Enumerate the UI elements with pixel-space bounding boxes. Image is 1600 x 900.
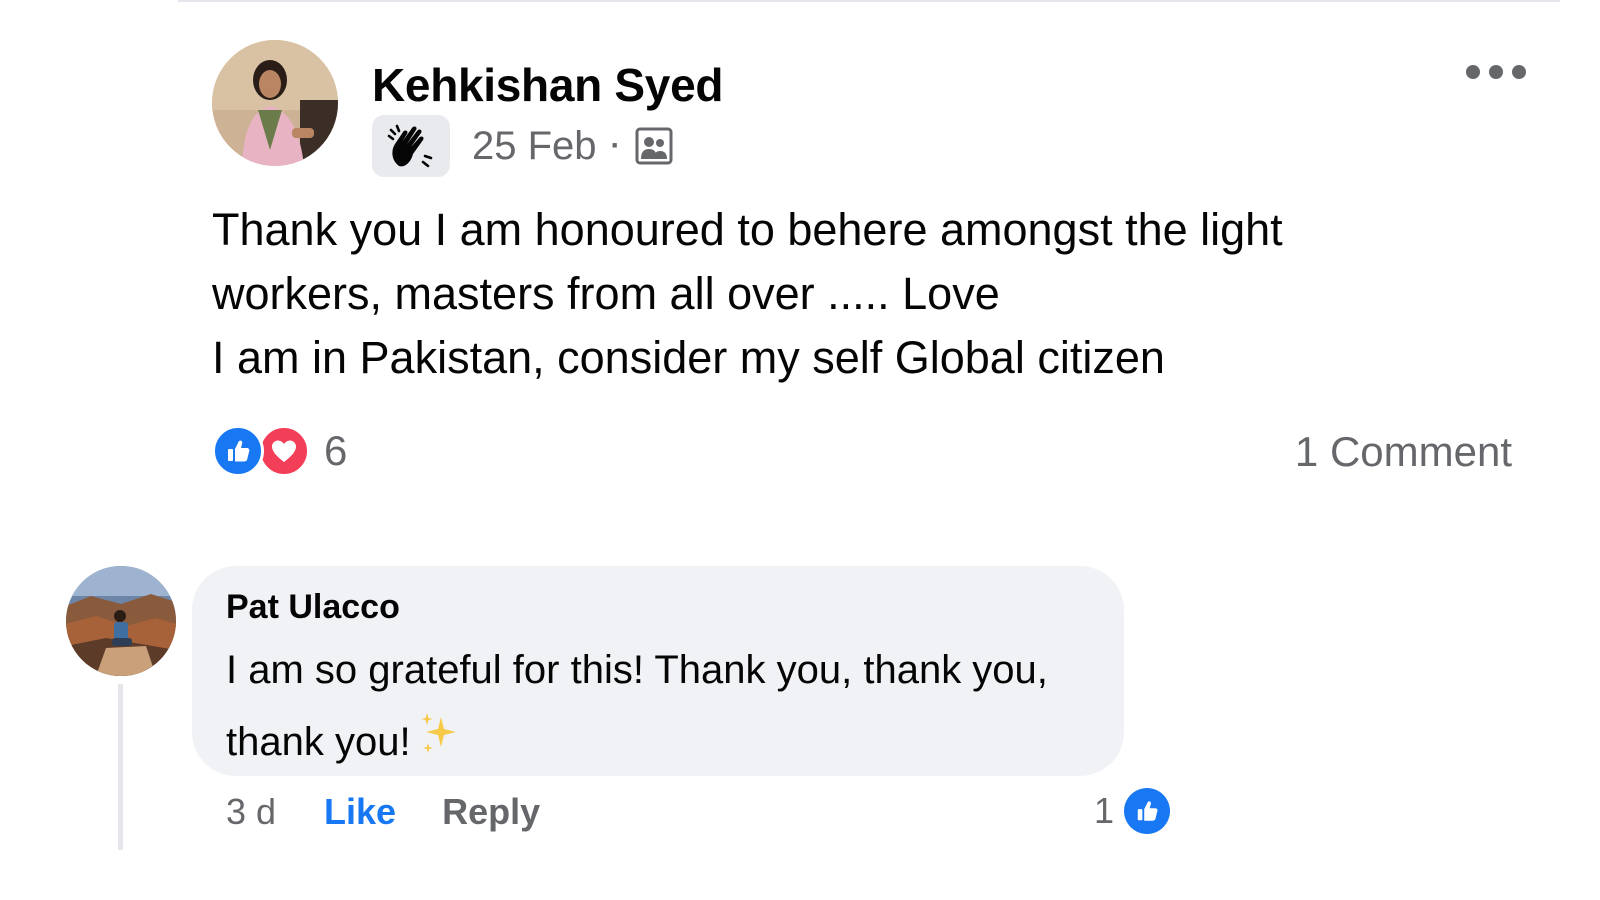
post-text-line: workers, masters from all over ..... Lov… [212, 268, 1000, 319]
comment-like-button[interactable]: Like [324, 791, 396, 833]
post-text-line: Thank you I am honoured to behere amongs… [212, 204, 1283, 255]
reaction-count[interactable]: 6 [324, 427, 347, 475]
love-icon [258, 425, 310, 477]
waving-hand-icon[interactable] [372, 115, 450, 177]
comment-reactions[interactable]: 1 [1094, 786, 1171, 836]
like-icon [212, 425, 264, 477]
post-body: Thank you I am honoured to behere amongs… [212, 198, 1512, 390]
sparkles-icon [417, 708, 463, 780]
group-photo-icon[interactable] [635, 126, 675, 166]
comment-actions: 3 d Like Reply [226, 788, 540, 836]
comment-reply-button[interactable]: Reply [442, 791, 540, 833]
comment-bubble: Pat Ulacco I am so grateful for this! Th… [192, 566, 1124, 776]
post-text-line: I am in Pakistan, consider my self Globa… [212, 332, 1165, 383]
commenter-avatar[interactable] [66, 566, 176, 676]
comment-timestamp[interactable]: 3 d [226, 791, 276, 833]
comment-reaction-count: 1 [1094, 790, 1115, 831]
top-divider [178, 0, 1560, 2]
thread-line [118, 684, 123, 850]
more-options-icon[interactable] [1466, 60, 1526, 84]
post-reactions[interactable]: 6 [212, 424, 347, 478]
comment-text: I am so grateful for this! Thank you, th… [226, 634, 1106, 780]
comment-text-content: I am so grateful for this! Thank you, th… [226, 648, 1048, 764]
post-author-avatar[interactable] [212, 40, 338, 166]
more-dot [1512, 65, 1526, 79]
more-dot [1466, 65, 1480, 79]
post-author-name[interactable]: Kehkishan Syed [372, 58, 723, 112]
comment-count-link[interactable]: 1 Comment [1295, 428, 1512, 476]
post-meta: 25 Feb · [372, 115, 675, 177]
meta-separator: · [610, 129, 621, 162]
more-dot [1489, 65, 1503, 79]
like-icon [1124, 788, 1171, 834]
post-date[interactable]: 25 Feb [472, 124, 597, 169]
commenter-name[interactable]: Pat Ulacco [226, 588, 400, 627]
